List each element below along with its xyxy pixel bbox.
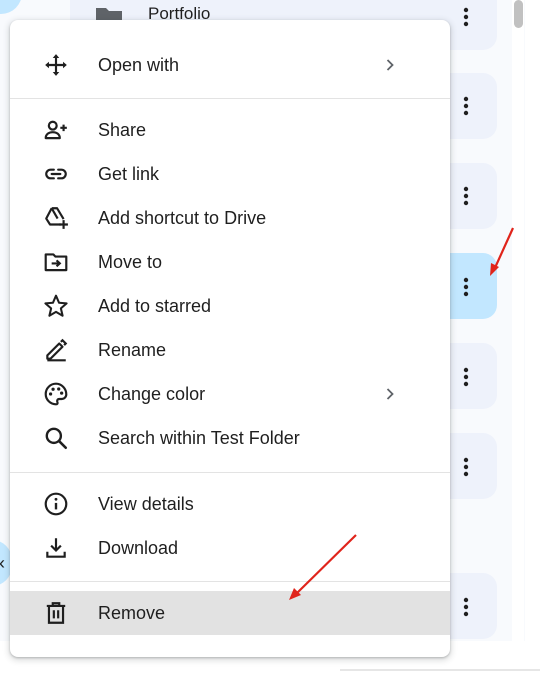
folder-move-icon [44, 253, 68, 272]
more-actions-button-active[interactable] [454, 275, 478, 299]
more-actions-button[interactable] [454, 184, 478, 208]
menu-label: Search within Test Folder [98, 428, 300, 448]
info-icon [44, 492, 68, 516]
menu-item-add-shortcut[interactable]: Add shortcut to Drive [10, 196, 450, 240]
palette-icon [44, 382, 68, 406]
menu-label: Change color [98, 384, 206, 404]
drive-screen: Portfolio ‹ Open with [0, 0, 540, 673]
context-menu: Open with Share Get link Add shortcut to… [10, 20, 450, 657]
more-vert-icon [463, 186, 469, 206]
more-actions-button[interactable] [454, 595, 478, 619]
menu-item-get-link[interactable]: Get link [10, 152, 450, 196]
menu-label: Download [98, 538, 179, 558]
more-actions-button[interactable] [454, 94, 478, 118]
chevron-left-icon: ‹ [0, 553, 5, 574]
menu-item-search-within[interactable]: Search within Test Folder [10, 416, 450, 460]
menu-label: Share [98, 120, 147, 140]
trash-icon [46, 602, 66, 624]
menu-label: Add to starred [98, 296, 212, 316]
more-actions-button[interactable] [454, 5, 478, 29]
menu-divider [10, 581, 450, 582]
menu-label: View details [98, 494, 194, 514]
more-vert-icon [463, 7, 469, 27]
drive-shortcut-icon [45, 207, 68, 229]
menu-item-view-details[interactable]: View details [10, 482, 450, 526]
more-actions-button[interactable] [454, 365, 478, 389]
menu-item-open-with[interactable]: Open with [10, 43, 450, 87]
chevron-right-icon [386, 388, 394, 400]
menu-item-download[interactable]: Download [10, 526, 450, 570]
more-vert-icon [463, 597, 469, 617]
menu-item-share[interactable]: Share [10, 108, 450, 152]
menu-item-rename[interactable]: Rename [10, 328, 450, 372]
star-icon [44, 294, 68, 317]
menu-divider [10, 98, 450, 99]
menu-divider [10, 472, 450, 473]
scrollbar[interactable] [512, 0, 524, 641]
move-icon [45, 54, 67, 76]
person-add-icon [44, 120, 67, 140]
menu-item-add-to-starred[interactable]: Add to starred [10, 284, 450, 328]
more-vert-icon [463, 457, 469, 477]
more-vert-icon [463, 277, 469, 297]
menu-item-change-color[interactable]: Change color [10, 372, 450, 416]
search-icon [45, 427, 68, 450]
download-icon [46, 538, 66, 558]
link-icon [45, 168, 67, 180]
rename-pen-icon [46, 338, 68, 362]
more-vert-icon [463, 367, 469, 387]
menu-item-remove[interactable]: Remove [10, 591, 450, 635]
menu-label: Add shortcut to Drive [98, 208, 267, 228]
more-vert-icon [463, 96, 469, 116]
menu-item-move-to[interactable]: Move to [10, 240, 450, 284]
menu-label: Open with [98, 55, 180, 75]
menu-label: Get link [98, 164, 160, 184]
more-actions-button[interactable] [454, 455, 478, 479]
scrollbar-thumb[interactable] [514, 0, 523, 28]
menu-label: Move to [98, 252, 163, 272]
bottom-divider [340, 669, 540, 671]
menu-label: Rename [98, 340, 167, 360]
menu-label: Remove [98, 603, 166, 623]
chevron-right-icon [386, 59, 394, 71]
